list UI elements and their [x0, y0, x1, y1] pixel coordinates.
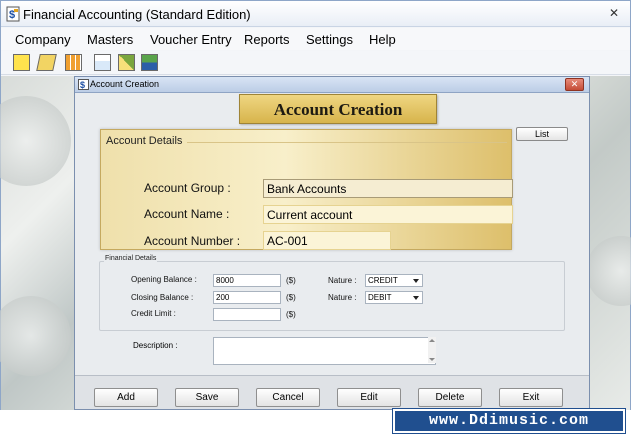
cancel-button[interactable]: Cancel — [256, 388, 320, 407]
window-close-button[interactable]: ✕ — [604, 5, 624, 22]
exit-button[interactable]: Exit — [499, 388, 563, 407]
credit-currency-label: ($) — [286, 310, 296, 319]
watermark-banner: www.Ddimusic.com — [393, 409, 625, 433]
edit-button[interactable]: Edit — [337, 388, 401, 407]
menu-masters[interactable]: Masters — [87, 32, 133, 47]
account-number-input[interactable]: AC-001 — [263, 231, 391, 250]
app-logo-icon: $ — [78, 79, 89, 90]
voucher-icon[interactable] — [94, 54, 111, 71]
account-details-panel: Account Details Account Group : Bank Acc… — [100, 129, 513, 250]
watermark-text: www.Ddimusic.com — [428, 412, 590, 429]
new-file-icon[interactable] — [13, 54, 30, 71]
save-button[interactable]: Save — [175, 388, 239, 407]
account-group-label: Account Group : — [144, 181, 231, 195]
coin-decoration — [0, 296, 71, 376]
menu-reports[interactable]: Reports — [244, 32, 290, 47]
chevron-down-icon — [413, 279, 419, 283]
account-details-legend: Account Details — [106, 135, 183, 147]
account-number-label: Account Number : — [144, 234, 241, 248]
account-group-select[interactable]: Bank Accounts — [263, 179, 513, 198]
account-name-label: Account Name : — [144, 207, 230, 221]
nature-label-2: Nature : — [328, 293, 357, 302]
closing-balance-label: Closing Balance : — [131, 293, 194, 302]
bottom-strip — [0, 410, 390, 440]
svg-text:$: $ — [80, 80, 85, 90]
account-creation-window: $ Account Creation ✕ Account Creation Li… — [74, 76, 590, 410]
opening-balance-input[interactable]: 8000 — [213, 274, 281, 287]
delete-button[interactable]: Delete — [418, 388, 482, 407]
description-label: Description : — [133, 341, 178, 350]
edit-icon[interactable] — [118, 54, 135, 71]
coin-decoration — [0, 96, 71, 186]
form-heading-text: Account Creation — [273, 100, 403, 119]
account-name-input[interactable]: Current account — [263, 205, 513, 224]
app-logo-icon: $ — [6, 6, 20, 22]
financial-details-group: Financial Details Opening Balance : 8000… — [99, 255, 565, 331]
financial-details-legend: Financial Details — [104, 255, 158, 262]
export-icon[interactable] — [141, 54, 158, 71]
nature-select-credit[interactable]: CREDIT — [365, 274, 423, 287]
toolbar — [1, 51, 630, 75]
menu-voucher-entry[interactable]: Voucher Entry — [150, 32, 232, 47]
child-titlebar: $ Account Creation ✕ — [75, 77, 589, 93]
chevron-down-icon — [413, 296, 419, 300]
credit-limit-input[interactable] — [213, 308, 281, 321]
nature-select-value: CREDIT — [368, 276, 398, 285]
menu-settings[interactable]: Settings — [306, 32, 353, 47]
menu-help[interactable]: Help — [369, 32, 396, 47]
app-window: $ Financial Accounting (Standard Edition… — [0, 0, 631, 410]
menu-bar: Company Masters Voucher Entry Reports Se… — [1, 28, 630, 50]
legend-divider — [187, 142, 507, 143]
nature-select-value: DEBIT — [368, 293, 392, 302]
nature-label-1: Nature : — [328, 276, 357, 285]
opening-currency-label: ($) — [286, 276, 296, 285]
open-folder-icon[interactable] — [36, 54, 57, 71]
description-textarea[interactable] — [213, 337, 436, 365]
credit-limit-label: Credit Limit : — [131, 309, 176, 318]
closing-balance-input[interactable]: 200 — [213, 291, 281, 304]
calculator-icon[interactable] — [65, 54, 82, 71]
opening-balance-label: Opening Balance : — [131, 275, 197, 284]
menu-company[interactable]: Company — [15, 32, 71, 47]
coin-decoration — [586, 236, 631, 306]
child-window-title: Account Creation — [90, 79, 160, 89]
window-title: Financial Accounting (Standard Edition) — [23, 7, 251, 22]
nature-select-debit[interactable]: DEBIT — [365, 291, 423, 304]
child-close-button[interactable]: ✕ — [565, 78, 584, 91]
form-heading: Account Creation — [239, 94, 437, 124]
button-bar: Add Save Cancel Edit Delete Exit — [75, 375, 589, 409]
add-button[interactable]: Add — [94, 388, 158, 407]
list-button[interactable]: List — [516, 127, 568, 141]
titlebar: $ Financial Accounting (Standard Edition… — [1, 1, 630, 27]
closing-currency-label: ($) — [286, 293, 296, 302]
